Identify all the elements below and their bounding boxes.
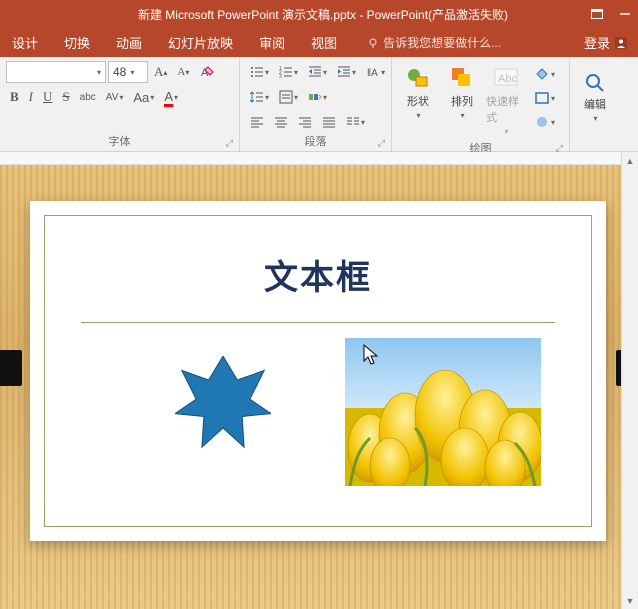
tab-slideshow[interactable]: 幻灯片放映 xyxy=(166,29,235,56)
svg-text:Abc: Abc xyxy=(498,73,517,85)
align-right-button[interactable] xyxy=(294,111,316,133)
font-size-combo[interactable]: 48▾ xyxy=(108,61,148,83)
star-shape[interactable] xyxy=(175,356,271,452)
editing-button[interactable]: 编辑 ▾ xyxy=(575,68,615,127)
slide-title-text[interactable]: 文本框 xyxy=(45,250,591,299)
font-color-button[interactable]: A▾ xyxy=(160,86,182,108)
mouse-cursor-icon xyxy=(363,344,381,366)
arrange-button[interactable]: 排列 ▾ xyxy=(442,61,482,124)
shapes-icon xyxy=(405,65,431,91)
align-center-button[interactable] xyxy=(270,111,292,133)
tab-design[interactable]: 设计 xyxy=(10,29,40,56)
decrease-indent-button[interactable]: ▾ xyxy=(304,61,331,83)
text-shadow-button[interactable]: abc xyxy=(76,86,100,108)
shapes-label: 形状 xyxy=(407,93,429,109)
slide-canvas-area: 文本框 xyxy=(0,152,638,609)
divider-line xyxy=(81,322,555,323)
character-spacing-button[interactable]: AV▾ xyxy=(102,86,128,108)
increase-font-size-button[interactable]: A▴ xyxy=(150,61,171,83)
text-direction-button[interactable]: ‖A▾ xyxy=(362,61,389,83)
italic-button[interactable]: I xyxy=(25,86,37,108)
ribbon-display-options-icon[interactable] xyxy=(590,7,604,21)
lightbulb-icon xyxy=(367,37,379,49)
scroll-up-button[interactable]: ▲ xyxy=(622,152,638,169)
smartart-button[interactable]: ▾ xyxy=(304,86,331,108)
ribbon-tabs: 设计 切换 动画 幻灯片放映 审阅 视图 告诉我您想要做什么... 登录 xyxy=(0,28,638,57)
decrease-font-size-button[interactable]: A▾ xyxy=(173,61,193,83)
strikethrough-button[interactable]: S xyxy=(58,86,73,108)
title-bar: 新建 Microsoft PowerPoint 演示文稿.pptx - Powe… xyxy=(0,0,638,28)
tab-view[interactable]: 视图 xyxy=(309,29,339,56)
filmstrip-marker-left xyxy=(0,350,22,386)
paragraph-group-label: 段落 ⤢ xyxy=(246,133,385,151)
increase-indent-button[interactable]: ▾ xyxy=(333,61,360,83)
search-icon xyxy=(584,72,606,94)
svg-text:‖A: ‖A xyxy=(367,68,378,79)
tab-transitions[interactable]: 切换 xyxy=(62,29,92,56)
shape-effects-button[interactable]: ▾ xyxy=(530,111,559,133)
underline-button[interactable]: U xyxy=(39,86,56,108)
tab-review[interactable]: 审阅 xyxy=(257,29,287,56)
star-icon xyxy=(175,356,271,452)
login-button[interactable]: 登录 xyxy=(584,33,628,52)
user-icon xyxy=(614,36,628,50)
font-group-label: 字体 ⤢ xyxy=(6,133,233,151)
svg-text:3: 3 xyxy=(279,74,282,79)
font-size-value: 48 xyxy=(113,65,126,79)
clear-formatting-button[interactable]: A xyxy=(195,61,219,83)
align-text-button[interactable]: ▾ xyxy=(275,86,302,108)
arrange-icon xyxy=(449,65,475,91)
font-family-combo[interactable]: ▾ xyxy=(6,61,106,83)
tell-me-search[interactable]: 告诉我您想要做什么... xyxy=(367,34,501,51)
paragraph-dialog-launcher-icon[interactable]: ⤢ xyxy=(378,138,385,149)
font-dialog-launcher-icon[interactable]: ⤢ xyxy=(226,138,233,149)
bold-button[interactable]: B xyxy=(6,86,23,108)
justify-button[interactable] xyxy=(318,111,340,133)
slide-border: 文本框 xyxy=(44,215,592,527)
tell-me-placeholder: 告诉我您想要做什么... xyxy=(383,34,501,51)
minimize-icon[interactable] xyxy=(618,7,632,21)
scroll-down-button[interactable]: ▼ xyxy=(622,592,638,609)
tab-animations[interactable]: 动画 xyxy=(114,29,144,56)
shape-fill-button[interactable]: ▾ xyxy=(530,63,559,85)
shapes-button[interactable]: 形状 ▾ xyxy=(398,61,438,124)
shape-outline-button[interactable]: ▾ xyxy=(530,87,559,109)
quick-styles-label: 快速样式 xyxy=(486,93,526,125)
quick-styles-icon: Abc xyxy=(493,65,519,91)
slide[interactable]: 文本框 xyxy=(30,201,606,541)
window-title: 新建 Microsoft PowerPoint 演示文稿.pptx - Powe… xyxy=(56,6,590,23)
numbering-button[interactable]: 123▾ xyxy=(275,61,302,83)
change-case-button[interactable]: Aa▾ xyxy=(129,86,158,108)
login-label: 登录 xyxy=(584,33,610,52)
arrange-label: 排列 xyxy=(451,93,473,109)
vertical-scrollbar[interactable]: ▲ ▼ xyxy=(621,152,638,609)
bullets-button[interactable]: ▾ xyxy=(246,61,273,83)
quick-styles-button: Abc 快速样式 ▾ xyxy=(486,61,526,140)
line-spacing-button[interactable]: ▾ xyxy=(246,86,273,108)
editing-label: 编辑 xyxy=(584,96,606,112)
columns-button[interactable]: ▾ xyxy=(342,111,369,133)
align-left-button[interactable] xyxy=(246,111,268,133)
ribbon: ▾ 48▾ A▴ A▾ A B I U S abc AV▾ Aa▾ xyxy=(0,57,638,152)
